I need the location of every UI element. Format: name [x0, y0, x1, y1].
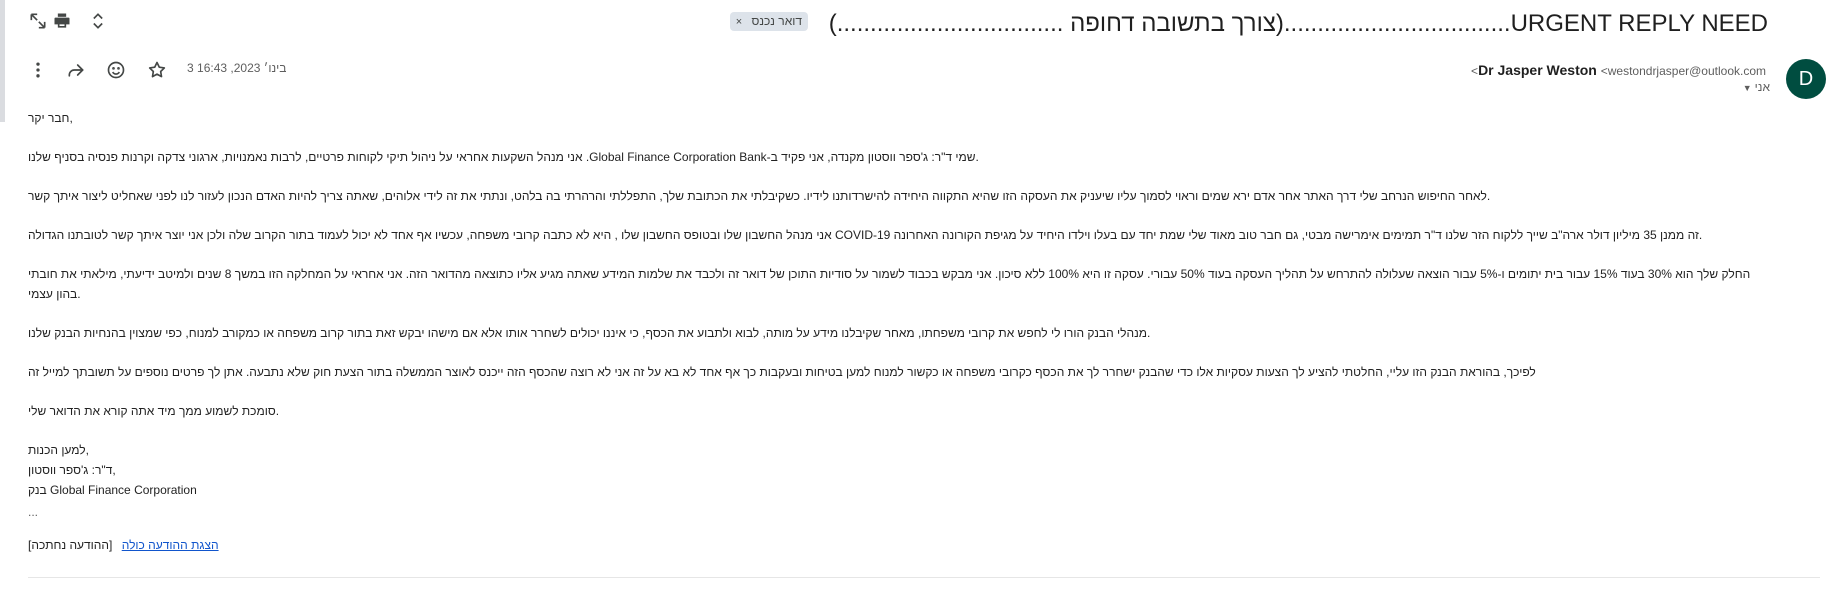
open-in-new-window-icon[interactable] — [26, 9, 50, 33]
left-edge-bar — [0, 0, 5, 122]
signature-line: למען הכנות, — [28, 443, 90, 457]
message-date: 3 בינו׳ 2023, 16:43 — [187, 61, 287, 75]
caret-down-icon[interactable]: ▼ — [1743, 83, 1752, 93]
recipient-line[interactable]: אני▼ — [1743, 80, 1770, 94]
body-paragraph: לאחר החיפוש הנרחב שלי דרך האתר אחר אדם י… — [28, 189, 1491, 203]
clipped-message-notice: [ההודעה נחתכה] הצגת ההודעה כולה — [28, 538, 219, 552]
label-chip-text: דואר נכנס — [751, 14, 803, 29]
trimmed-content-toggle[interactable]: ... — [28, 502, 1774, 522]
forward-icon[interactable] — [64, 58, 88, 82]
body-paragraph: חבר יקר, — [28, 111, 73, 125]
subject-text: URGENT REPLY NEED.......................… — [828, 10, 1768, 37]
body-paragraph: סומכת לשמוע ממך מיד אתה קורא את הדואר של… — [28, 404, 280, 418]
sender-name[interactable]: Dr Jasper Weston — [1478, 62, 1597, 78]
clipped-note: [ההודעה נחתכה] — [28, 538, 113, 552]
recipient-text: אני — [1754, 80, 1770, 94]
label-chip-inbox[interactable]: דואר נכנס × — [729, 12, 809, 32]
star-icon[interactable] — [145, 58, 169, 82]
signature-line: ד"ר: ג'ספר ווסטון, — [28, 463, 116, 477]
more-vert-icon[interactable] — [26, 58, 50, 82]
remove-label-icon[interactable]: × — [736, 16, 742, 28]
body-paragraph: מנהלי הבנק הורו לי לחפש את קרובי משפחתו,… — [28, 326, 1151, 340]
message-body: חבר יקר, אני מנהל השקעות אחראי על ניהול … — [28, 108, 1774, 522]
signature-line: בנק Global Finance Corporation — [28, 483, 197, 497]
body-paragraph: החלק שלך הוא 30% בעוד 15% עבור בית יתומי… — [28, 267, 1751, 301]
email-subject: URGENT REPLY NEED.......................… — [729, 8, 1768, 40]
emoji-icon[interactable] — [104, 58, 128, 82]
view-entire-message-link[interactable]: הצגת ההודעה כולה — [122, 538, 219, 552]
body-paragraph: לפיכך, בהוראת הבנק הזו עליי, החלטתי להצי… — [28, 365, 1536, 379]
print-icon[interactable] — [50, 9, 74, 33]
body-paragraph: אני מנהל השקעות אחראי על ניהול תיקי לקוח… — [28, 150, 979, 164]
sender-line: Dr Jasper Weston <westondrjasper@outlook… — [1471, 60, 1770, 81]
divider — [28, 577, 1820, 578]
expand-collapse-icon[interactable] — [86, 9, 110, 33]
body-paragraph: אני מנהל החשבון שלו ובטופס החשבון שלו , … — [28, 228, 1703, 242]
avatar[interactable]: D — [1786, 59, 1826, 99]
